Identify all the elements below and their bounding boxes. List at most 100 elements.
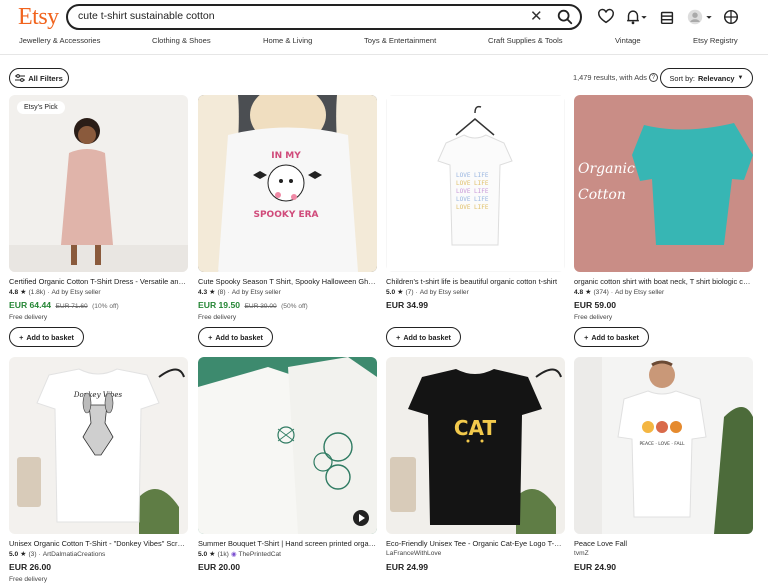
- price: EUR 59.00: [574, 300, 617, 310]
- svg-text:LOVE LIFE: LOVE LIFE: [456, 204, 489, 211]
- product-image[interactable]: Organic Cotton: [574, 95, 753, 272]
- svg-text:LOVE LIFE: LOVE LIFE: [456, 172, 489, 179]
- shirt-print-text-top: IN MY: [271, 151, 301, 161]
- close-icon[interactable]: ✕: [530, 7, 543, 25]
- star-icon: ★: [20, 551, 27, 558]
- sort-prefix: Sort by:: [669, 73, 695, 83]
- site-header: Etsy cute t-shirt sustainable cotton ✕: [0, 0, 768, 34]
- review-count: (374): [593, 288, 609, 296]
- chevron-down-icon[interactable]: [705, 8, 713, 26]
- review-count: (1k): [217, 550, 229, 558]
- star-icon: ★: [585, 289, 592, 296]
- ad-icon: ·: [227, 288, 230, 296]
- product-title[interactable]: Summer Bouquet T-Shirt | Hand screen pri…: [198, 539, 377, 548]
- results-count: 1,479 results, with Ads ?: [573, 73, 658, 82]
- all-filters-button[interactable]: All Filters: [9, 68, 69, 88]
- seller-name[interactable]: tvmZ: [574, 550, 589, 557]
- price: EUR 26.00: [9, 562, 52, 572]
- cart-icon[interactable]: [722, 8, 740, 26]
- add-to-basket-button[interactable]: + Add to basket: [9, 327, 84, 347]
- seller-name[interactable]: Ad by Etsy seller: [615, 289, 664, 296]
- sale-price: EUR 19.50: [198, 300, 241, 310]
- sort-dropdown[interactable]: Sort by: Relevancy ▼: [660, 68, 753, 88]
- rating-value: 4.8: [574, 288, 584, 296]
- sale-price: EUR 64.44: [9, 300, 52, 310]
- product-price-line: EUR 24.99: [386, 562, 428, 572]
- add-to-basket-label: Add to basket: [26, 332, 74, 342]
- ad-icon: ·: [415, 288, 418, 296]
- add-to-basket-button[interactable]: + Add to basket: [386, 327, 461, 347]
- product-image[interactable]: PEACE · LOVE · FALL: [574, 357, 753, 534]
- product-image[interactable]: LOVE LIFE LOVE LIFE LOVE LIFE LOVE LIFE …: [386, 95, 565, 272]
- price: EUR 24.90: [574, 562, 617, 572]
- add-to-basket-button[interactable]: + Add to basket: [198, 327, 273, 347]
- heart-icon[interactable]: [597, 8, 615, 26]
- search-input[interactable]: cute t-shirt sustainable cotton: [78, 10, 215, 22]
- star-icon: ★: [209, 551, 216, 558]
- add-to-basket-label: Add to basket: [215, 332, 263, 342]
- product-rating: LaFranceWithLove: [386, 550, 441, 557]
- category-link-jewellery[interactable]: Jewellery & Accessories: [19, 36, 100, 45]
- discount: (50% off): [281, 303, 308, 310]
- product-price-line: EUR 59.00: [574, 300, 616, 310]
- category-link-vintage[interactable]: Vintage: [615, 36, 641, 45]
- product-image[interactable]: Donkey Vibes: [9, 357, 188, 534]
- product-rating: 4.8 ★ (374) · Ad by Etsy seller: [574, 288, 664, 297]
- product-image[interactable]: IN MY SPOOKY ERA: [198, 95, 377, 272]
- etsy-logo[interactable]: Etsy: [18, 4, 59, 31]
- product-title[interactable]: organic cotton shirt with boat neck, T s…: [574, 277, 753, 286]
- product-title[interactable]: Cute Spooky Season T Shirt, Spooky Hallo…: [198, 277, 377, 286]
- category-link-toys[interactable]: Toys & Entertainment: [364, 36, 436, 45]
- category-link-registry[interactable]: Etsy Registry: [693, 36, 738, 45]
- chevron-down-icon[interactable]: [640, 8, 648, 26]
- add-to-basket-label: Add to basket: [403, 332, 451, 342]
- all-filters-label: All Filters: [28, 73, 63, 83]
- plus-icon: +: [19, 332, 24, 342]
- search-bar[interactable]: cute t-shirt sustainable cotton ✕: [66, 4, 582, 30]
- seller-name[interactable]: Ad by Etsy seller: [51, 289, 100, 296]
- product-title[interactable]: Certified Organic Cotton T-Shirt Dress -…: [9, 277, 188, 286]
- product-title[interactable]: Peace Love Fall: [574, 539, 753, 548]
- review-count: (3): [28, 550, 37, 558]
- discount: (10% off): [92, 303, 119, 310]
- plus-icon: +: [584, 332, 589, 342]
- seller-name[interactable]: ArtDalmatiaCreations: [43, 551, 106, 558]
- category-link-home[interactable]: Home & Living: [263, 36, 312, 45]
- product-title[interactable]: Children's t-shirt life is beautiful org…: [386, 277, 565, 286]
- gift-icon[interactable]: [658, 8, 676, 26]
- video-play-icon[interactable]: [353, 510, 369, 526]
- seller-name[interactable]: LaFranceWithLove: [386, 550, 441, 557]
- seller-name[interactable]: Ad by Etsy seller: [420, 289, 469, 296]
- shirt-print-text-bottom: SPOOKY ERA: [253, 210, 318, 220]
- category-link-craft[interactable]: Craft Supplies & Tools: [488, 36, 563, 45]
- price: EUR 20.00: [198, 562, 241, 572]
- add-to-basket-label: Add to basket: [591, 332, 639, 342]
- star-icon: ★: [209, 289, 216, 296]
- question-icon[interactable]: ?: [648, 73, 658, 82]
- product-title[interactable]: Unisex Organic Cotton T-Shirt - "Donkey …: [9, 539, 188, 548]
- delivery-info: Free delivery: [9, 314, 48, 321]
- product-image[interactable]: CAT: [386, 357, 565, 534]
- seller-name[interactable]: Ad by Etsy seller: [232, 289, 281, 296]
- avatar[interactable]: [686, 8, 704, 26]
- product-price-line: EUR 64.44 EUR 71.60 (10% off): [9, 300, 119, 310]
- search-icon[interactable]: [556, 8, 574, 26]
- product-image[interactable]: [198, 357, 377, 534]
- rating-value: 4.3: [198, 288, 208, 296]
- shirt-print-text: Donkey Vibes: [73, 391, 123, 399]
- product-image[interactable]: Etsy's Pick: [9, 95, 188, 272]
- etsys-pick-badge: Etsy's Pick: [17, 101, 65, 114]
- product-title[interactable]: Eco-Friendly Unisex Tee - Organic Cat-Ey…: [386, 539, 565, 548]
- add-to-basket-button[interactable]: + Add to basket: [574, 327, 649, 347]
- header-divider: [0, 54, 768, 55]
- category-link-clothing[interactable]: Clothing & Shoes: [152, 36, 211, 45]
- delivery-info: Free delivery: [9, 576, 48, 583]
- category-nav: Jewellery & Accessories Clothing & Shoes…: [0, 36, 768, 52]
- star-icon: ★: [20, 289, 27, 296]
- caret-down-icon: ▼: [737, 75, 744, 81]
- star-seller-icon: ◉: [230, 551, 237, 558]
- seller-name[interactable]: ThePrintedCat: [238, 551, 281, 558]
- price: EUR 34.99: [386, 300, 429, 310]
- rating-value: 4.8: [9, 288, 19, 296]
- product-price-line: EUR 19.50 EUR 39.00 (50% off): [198, 300, 308, 310]
